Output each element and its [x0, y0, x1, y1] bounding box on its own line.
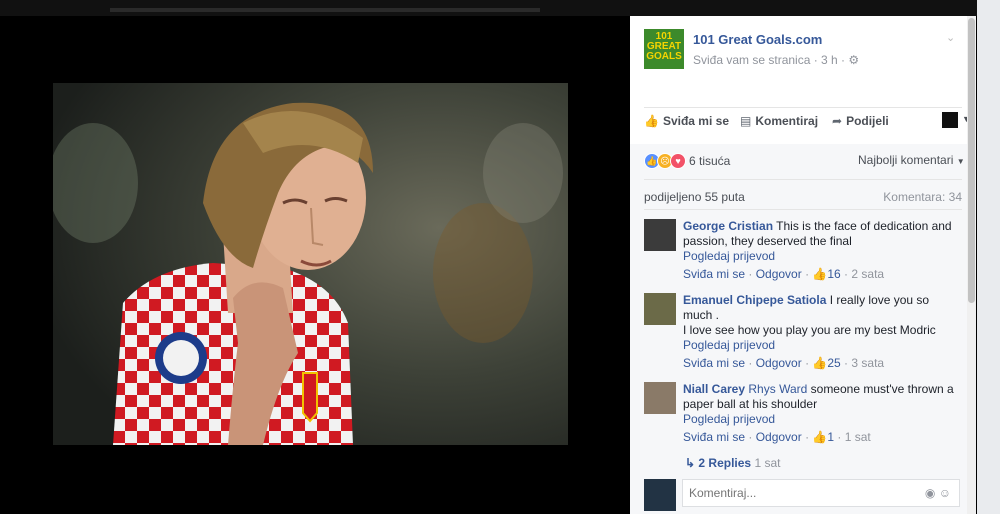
reaction-count: 6 tisuća	[689, 154, 731, 168]
camera-icon[interactable]: ◉	[925, 486, 935, 500]
see-translation-link[interactable]: Pogledaj prijevod	[683, 412, 961, 427]
post-photo[interactable]	[53, 83, 568, 445]
commenter-name[interactable]: George Cristian	[683, 219, 773, 233]
comment-like-count[interactable]: 16	[827, 267, 840, 281]
comment-like-link[interactable]: Sviđa mi se	[683, 267, 745, 281]
page-name-link[interactable]: 101 Great Goals.com	[693, 32, 822, 47]
sort-dropdown[interactable]: Najbolji komentari ▼	[858, 153, 965, 167]
page-logo[interactable]: 101 GREAT GOALS	[644, 29, 684, 69]
post-panel: 101 GREAT GOALS 101 Great Goals.com Sviđ…	[630, 16, 976, 514]
comment-body: Emanuel Chipepe Satiola I really love yo…	[683, 293, 961, 371]
shares-link[interactable]: podijeljeno 55 puta	[644, 190, 745, 204]
comment-time[interactable]: 1 sat	[845, 430, 871, 444]
share-icon: ➦	[832, 114, 843, 128]
caret-down-icon: ▼	[956, 157, 965, 166]
comment-like-count[interactable]: 1	[827, 430, 834, 444]
comment-time[interactable]: 3 sata	[851, 356, 884, 370]
chevron-down-icon[interactable]: ⌄	[946, 31, 955, 44]
see-translation-link[interactable]: Pogledaj prijevod	[683, 338, 961, 353]
thumbs-up-icon: 👍	[644, 114, 659, 128]
replies-time: 1 sat	[754, 456, 781, 470]
comment-meta: Sviđa mi se · Odgovor · 👍25 · 3 sata	[683, 356, 885, 370]
share-label: Podijeli	[846, 114, 889, 128]
like-label: Sviđa mi se	[662, 114, 729, 128]
view-replies-link[interactable]: ↳ 2 Replies 1 sat	[685, 456, 780, 470]
thumbs-up-icon: 👍	[812, 267, 828, 281]
comment-time[interactable]: 2 sata	[851, 267, 884, 281]
avatar[interactable]	[644, 219, 676, 251]
scrollbar[interactable]	[967, 16, 976, 514]
comment-text-line2: I love see how you play you are my best …	[683, 323, 936, 337]
comment-reply-link[interactable]: Odgovor	[756, 430, 802, 444]
avatar[interactable]	[644, 382, 676, 414]
comment-like-count[interactable]: 25	[827, 356, 840, 370]
page-avatar-picker[interactable]	[942, 112, 958, 128]
comment-body: Niall Carey Rhys Ward someone must've th…	[683, 382, 961, 445]
right-sidebar-edge	[977, 0, 1000, 514]
scrollbar-thumb[interactable]	[968, 18, 975, 303]
comment-composer: ◉ ☺	[644, 479, 964, 511]
love-reaction-icon: ♥	[670, 153, 686, 169]
post-actions: 👍Sviđa mi se ▤Komentiraj ➦Podijeli ▼	[644, 112, 971, 132]
player-photo-image	[53, 83, 568, 445]
comment-meta: Sviđa mi se · Odgovor · 👍16 · 2 sata	[683, 267, 885, 281]
avatar[interactable]	[644, 293, 676, 325]
composer-icons: ◉ ☺	[925, 486, 951, 500]
share-button[interactable]: ➦ Podijeli	[832, 114, 889, 128]
comment-input[interactable]	[683, 480, 895, 506]
divider	[644, 107, 962, 108]
avatar	[644, 479, 676, 511]
divider	[644, 179, 962, 180]
post-meta-text: Sviđa vam se stranica · 3 h ·	[693, 53, 849, 67]
commenter-name[interactable]: Emanuel Chipepe Satiola	[683, 293, 826, 307]
globe-icon: ⚙	[848, 53, 860, 67]
comment-like-link[interactable]: Sviđa mi se	[683, 356, 745, 370]
comment-button[interactable]: ▤ Komentiraj	[740, 114, 818, 128]
comment-reply-link[interactable]: Odgovor	[756, 267, 802, 281]
divider	[644, 209, 962, 210]
comment-meta: Sviđa mi se · Odgovor · 👍1 · 1 sat	[683, 430, 871, 444]
commenter-name[interactable]: Niall Carey	[683, 382, 745, 396]
thumbs-up-icon: 👍	[812, 430, 828, 444]
comment-input-box[interactable]: ◉ ☺	[682, 479, 960, 507]
top-bar	[0, 0, 1000, 16]
like-button[interactable]: 👍 Sviđa mi se	[644, 114, 729, 128]
comment-like-link[interactable]: Sviđa mi se	[683, 430, 745, 444]
sort-label: Najbolji komentari	[858, 153, 954, 167]
replies-label: 2 Replies	[698, 456, 752, 470]
tagged-user-link[interactable]: Rhys Ward	[748, 382, 807, 396]
thumbs-up-icon: 👍	[812, 356, 828, 370]
post-meta: Sviđa vam se stranica · 3 h · ⚙	[693, 53, 859, 67]
reply-arrow-icon: ↳	[685, 456, 696, 470]
comment-reply-link[interactable]: Odgovor	[756, 356, 802, 370]
reactions-summary[interactable]: 👍 ☹ ♥ 6 tisuća	[644, 153, 730, 169]
comment-body: George Cristian This is the face of dedi…	[683, 219, 961, 282]
comment-icon: ▤	[740, 114, 752, 128]
see-translation-link[interactable]: Pogledaj prijevod	[683, 249, 961, 264]
emoji-icon[interactable]: ☺	[939, 486, 951, 500]
comment-count: Komentara: 34	[883, 190, 962, 204]
comment-label: Komentiraj	[755, 114, 819, 128]
